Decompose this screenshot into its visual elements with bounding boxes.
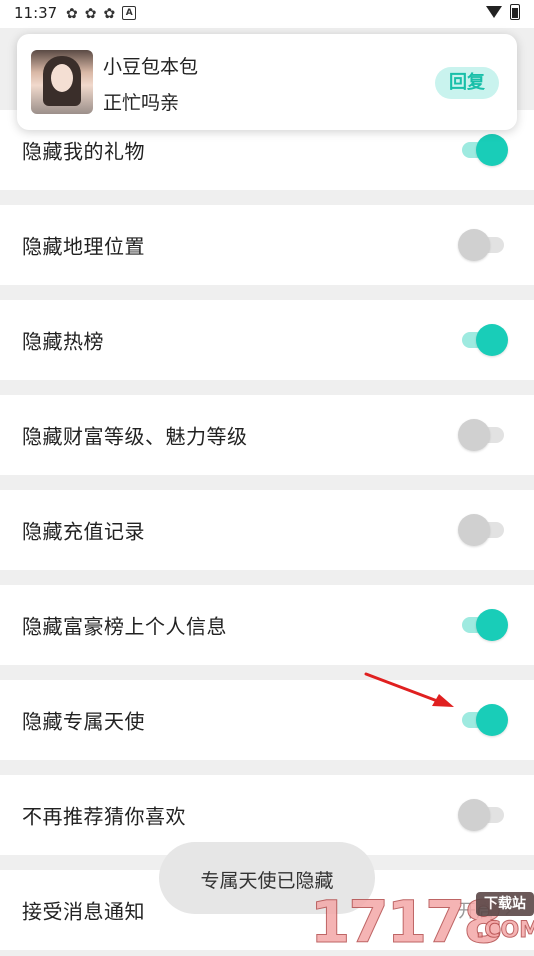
app-icon: ✿ (103, 6, 116, 22)
setting-label: 隐藏地理位置 (22, 234, 145, 259)
toggle-switch[interactable] (458, 134, 508, 166)
setting-label: 隐藏充值记录 (22, 519, 145, 544)
setting-row-hide-levels[interactable]: 隐藏财富等级、魅力等级 (0, 395, 534, 475)
toggle-switch[interactable] (458, 609, 508, 641)
setting-label: 隐藏财富等级、魅力等级 (22, 424, 248, 449)
setting-label: 隐藏富豪榜上个人信息 (22, 614, 227, 639)
toggle-switch[interactable] (458, 514, 508, 546)
app-icon: ✿ (66, 6, 78, 22)
avatar (31, 50, 93, 114)
setting-label: 隐藏热榜 (22, 329, 104, 354)
watermark-site: 下载站 (476, 892, 534, 916)
watermark-digits: 17178 (310, 888, 505, 956)
status-time: 11:37 (14, 4, 58, 22)
notification-banner[interactable]: 小豆包本包 正忙吗亲 回复 (17, 34, 517, 130)
notification-message: 正忙吗亲 (103, 92, 180, 114)
toggle-switch[interactable] (458, 229, 508, 261)
toggle-switch[interactable] (458, 324, 508, 356)
status-bar: 11:37 ✿ ✿ ✿ A (0, 0, 534, 28)
notification-sender: 小豆包本包 (103, 56, 199, 78)
status-notification-icons: ✿ ✿ ✿ A (66, 6, 137, 22)
app-icon: ✿ (84, 6, 97, 22)
toggle-switch[interactable] (458, 799, 508, 831)
setting-row-hide-rich-list-info[interactable]: 隐藏富豪榜上个人信息 (0, 585, 534, 665)
status-system-icons (486, 4, 520, 20)
setting-label: 隐藏我的礼物 (22, 139, 145, 164)
setting-label: 接受消息通知 (22, 899, 145, 924)
setting-row-hide-hot-list[interactable]: 隐藏热榜 (0, 300, 534, 380)
wifi-icon (486, 6, 502, 18)
battery-icon (510, 4, 520, 20)
setting-label: 不再推荐猜你喜欢 (22, 804, 186, 829)
toggle-switch[interactable] (458, 704, 508, 736)
setting-label: 隐藏专属天使 (22, 709, 145, 734)
toggle-switch[interactable] (458, 419, 508, 451)
reply-button[interactable]: 回复 (435, 67, 499, 99)
watermark-suffix: .COM (475, 918, 534, 944)
setting-row-hide-location[interactable]: 隐藏地理位置 (0, 205, 534, 285)
annotation-arrow-icon (364, 672, 454, 707)
a-icon: A (122, 6, 137, 20)
setting-row-hide-recharge[interactable]: 隐藏充值记录 (0, 490, 534, 570)
